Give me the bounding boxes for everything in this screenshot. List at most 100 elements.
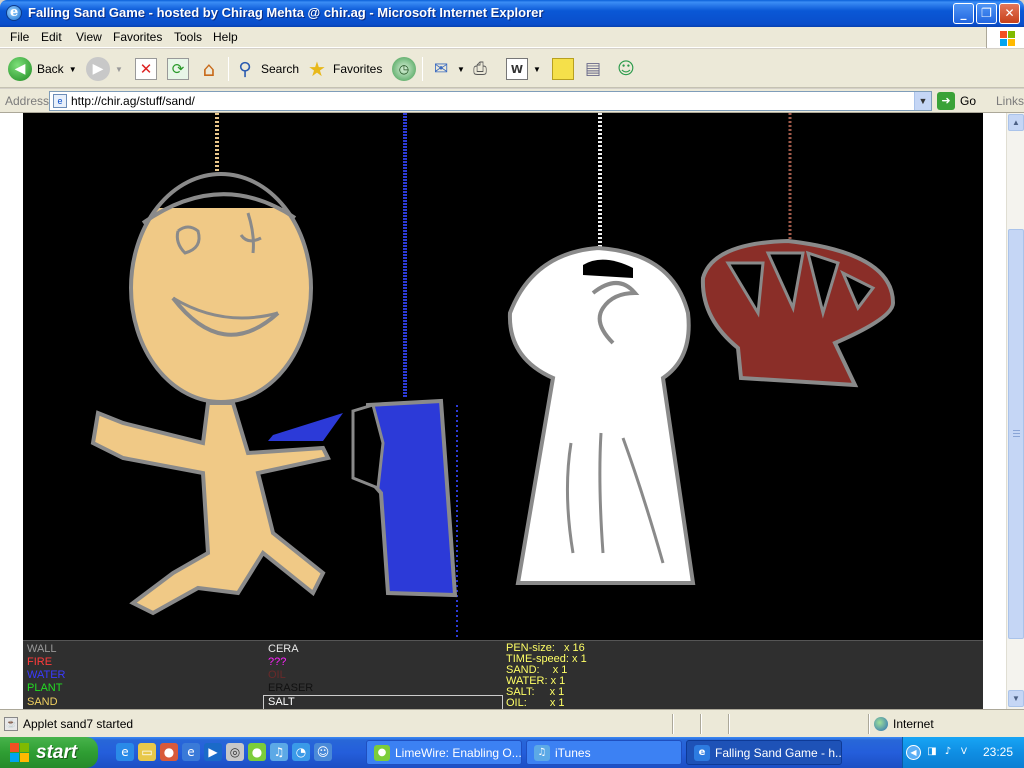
cd-quicklaunch-icon[interactable]: ◎ bbox=[226, 743, 244, 761]
ie-quicklaunch-icon[interactable]: e bbox=[116, 743, 134, 761]
research-icon: ▤ bbox=[584, 59, 602, 79]
menu-file[interactable]: File bbox=[10, 30, 29, 44]
go-label: Go bbox=[960, 94, 977, 108]
links-button[interactable]: Links bbox=[996, 94, 1024, 108]
system-tray: ◀ ◨ ♪ V 23:25 bbox=[902, 737, 1024, 768]
task-limewire[interactable]: ● LimeWire: Enabling O... bbox=[366, 740, 522, 765]
page-icon: e bbox=[53, 94, 67, 108]
address-input[interactable]: e http://chir.ag/stuff/sand/ ▼ bbox=[49, 91, 932, 111]
messenger-icon: ☺ bbox=[617, 59, 635, 79]
people-quicklaunch-icon[interactable]: ☺ bbox=[314, 743, 332, 761]
stop-icon: ✕ bbox=[135, 58, 157, 80]
folder-quicklaunch-icon[interactable]: ▭ bbox=[138, 743, 156, 761]
volume-tray-icon[interactable]: ♪ bbox=[941, 745, 955, 759]
network-tray-icon[interactable]: ◨ bbox=[925, 745, 939, 759]
task-falling-sand[interactable]: e Falling Sand Game - h... bbox=[686, 740, 842, 765]
close-button[interactable]: ✕ bbox=[999, 3, 1020, 24]
forward-button[interactable]: ▶ ▼ bbox=[86, 54, 123, 84]
task-label: LimeWire: Enabling O... bbox=[395, 745, 522, 760]
forward-dropdown-icon[interactable]: ▼ bbox=[115, 65, 123, 74]
minimize-button[interactable]: _ bbox=[953, 3, 974, 24]
favorites-button[interactable]: ★ Favorites bbox=[306, 54, 382, 84]
limewire-icon: ● bbox=[374, 744, 390, 761]
stat-oil: OIL: x 1 bbox=[506, 697, 565, 709]
menu-help[interactable]: Help bbox=[213, 30, 238, 44]
element-eraser[interactable]: ERASER bbox=[268, 682, 313, 694]
history-button[interactable]: ◷ bbox=[392, 54, 416, 84]
start-button[interactable]: start bbox=[0, 737, 98, 768]
home-button[interactable]: ⌂ bbox=[198, 54, 220, 84]
discuss-button[interactable] bbox=[552, 54, 574, 84]
back-dropdown-icon[interactable]: ▼ bbox=[69, 65, 77, 74]
security-tray-icon[interactable]: V bbox=[957, 745, 971, 759]
element-cera[interactable]: CERA bbox=[268, 643, 299, 655]
tray-expand-icon[interactable]: ◀ bbox=[906, 745, 921, 760]
internet-explorer-icon: e bbox=[6, 5, 22, 21]
search-button[interactable]: ⚲ Search bbox=[234, 54, 299, 84]
word-edit-icon: W bbox=[506, 58, 528, 80]
go-button[interactable]: ➜ Go bbox=[937, 92, 976, 110]
element-oil[interactable]: OIL bbox=[268, 669, 286, 681]
star-icon: ★ bbox=[308, 57, 326, 81]
history-icon: ◷ bbox=[392, 57, 416, 81]
refresh-icon: ⟳ bbox=[167, 58, 189, 80]
menu-favorites[interactable]: Favorites bbox=[113, 30, 162, 44]
element-unknown[interactable]: ??? bbox=[268, 656, 286, 668]
media-player-quicklaunch-icon[interactable]: ▶ bbox=[204, 743, 222, 761]
menu-view[interactable]: View bbox=[76, 30, 102, 44]
home-icon: ⌂ bbox=[202, 57, 216, 81]
security-zone: Internet bbox=[874, 717, 934, 731]
menu-edit[interactable]: Edit bbox=[41, 30, 62, 44]
selected-element-box[interactable] bbox=[263, 695, 503, 709]
search-label: Search bbox=[261, 62, 300, 76]
element-sand[interactable]: SAND bbox=[27, 696, 58, 708]
messenger-button[interactable]: ☺ bbox=[615, 54, 637, 84]
menu-bar: File Edit View Favorites Tools Help bbox=[0, 27, 1024, 48]
edit-dropdown-icon: ▼ bbox=[533, 64, 541, 74]
address-url[interactable]: http://chir.ag/stuff/sand/ bbox=[71, 94, 195, 108]
forward-arrow-icon: ▶ bbox=[86, 57, 110, 81]
element-salt[interactable]: SALT bbox=[268, 696, 295, 708]
back-label: Back bbox=[37, 62, 64, 76]
scroll-thumb[interactable] bbox=[1008, 229, 1024, 639]
back-arrow-icon: ◀ bbox=[8, 57, 32, 81]
task-label: iTunes bbox=[555, 745, 591, 760]
task-label: Falling Sand Game - h... bbox=[715, 745, 842, 760]
ie-task-icon: e bbox=[694, 744, 710, 761]
address-dropdown-button[interactable]: ▼ bbox=[914, 92, 931, 110]
research-button[interactable]: ▤ bbox=[582, 54, 604, 84]
favorites-label: Favorites bbox=[333, 62, 383, 76]
element-plant[interactable]: PLANT bbox=[27, 682, 62, 694]
windows-flag-icon bbox=[10, 742, 30, 763]
back-button[interactable]: ◀ Back ▼ bbox=[8, 54, 77, 84]
element-water[interactable]: WATER bbox=[27, 669, 66, 681]
vertical-scrollbar[interactable]: ▲ ▼ bbox=[1006, 113, 1024, 709]
scroll-down-button[interactable]: ▼ bbox=[1008, 690, 1024, 707]
task-itunes[interactable]: ♫ iTunes bbox=[526, 740, 682, 765]
menu-tools[interactable]: Tools bbox=[174, 30, 202, 44]
search-icon: ⚲ bbox=[238, 58, 252, 80]
itunes-icon: ♫ bbox=[534, 744, 550, 761]
mail-dropdown-icon: ▼ bbox=[457, 64, 465, 74]
title-bar: e Falling Sand Game - hosted by Chirag M… bbox=[0, 0, 1024, 27]
applet-icon: ☕ bbox=[4, 717, 18, 731]
note-icon bbox=[552, 58, 574, 80]
page-content: WALL FIRE WATER PLANT SAND CERA ??? OIL … bbox=[0, 113, 1006, 709]
refresh-button[interactable]: ⟳ bbox=[167, 54, 189, 84]
edit-button[interactable]: W ▼ bbox=[506, 54, 541, 84]
firefox-quicklaunch-icon[interactable]: ● bbox=[160, 743, 178, 761]
sand-applet-canvas[interactable] bbox=[23, 113, 983, 640]
mail-button[interactable]: ✉ ▼ bbox=[430, 54, 465, 84]
maximize-button[interactable]: ❐ bbox=[976, 3, 997, 24]
print-button[interactable]: ⎙ bbox=[469, 54, 491, 84]
toolbar: ◀ Back ▼ ▶ ▼ ✕ ⟳ ⌂ ⚲ Search ★ Favorites … bbox=[0, 49, 1024, 88]
element-wall[interactable]: WALL bbox=[27, 643, 57, 655]
messenger-quicklaunch-icon[interactable]: ◔ bbox=[292, 743, 310, 761]
stop-button[interactable]: ✕ bbox=[135, 54, 157, 84]
limewire-quicklaunch-icon[interactable]: ● bbox=[248, 743, 266, 761]
ie2-quicklaunch-icon[interactable]: e bbox=[182, 743, 200, 761]
itunes-quicklaunch-icon[interactable]: ♫ bbox=[270, 743, 288, 761]
scroll-up-button[interactable]: ▲ bbox=[1008, 114, 1024, 131]
go-arrow-icon: ➜ bbox=[937, 92, 955, 110]
element-fire[interactable]: FIRE bbox=[27, 656, 52, 668]
